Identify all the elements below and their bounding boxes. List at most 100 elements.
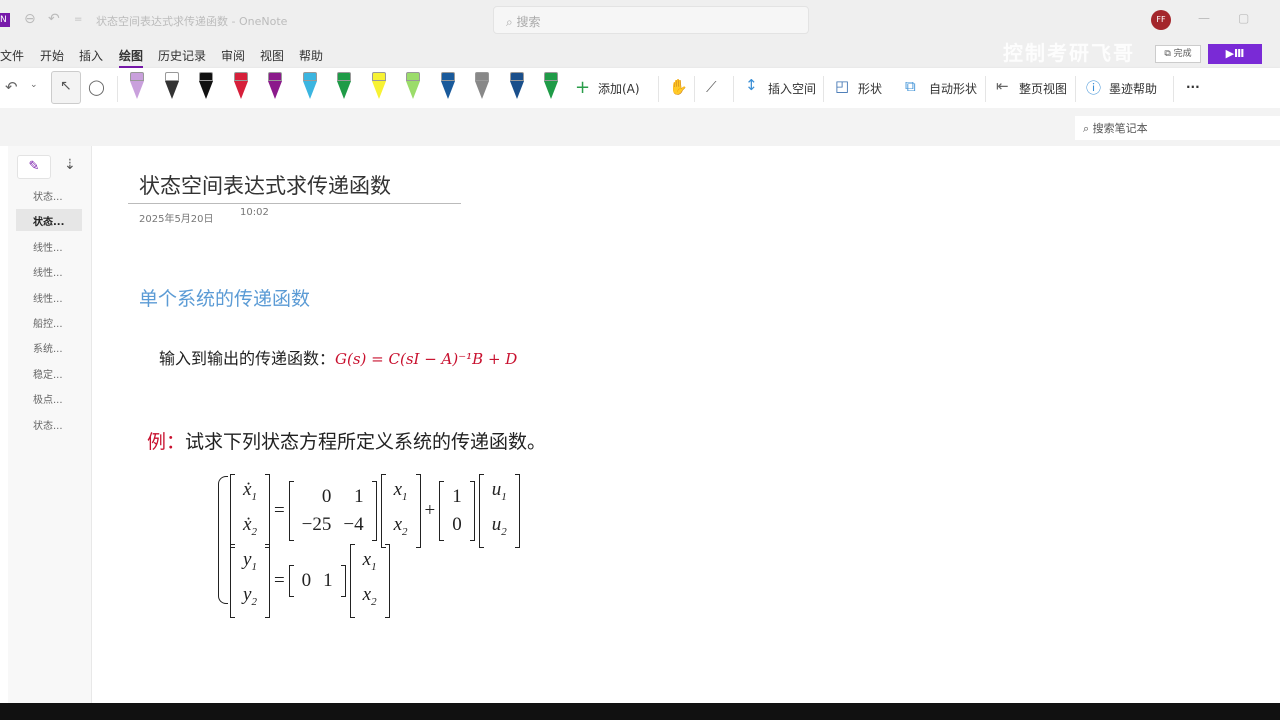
- divider: [1173, 76, 1174, 102]
- page-list-item[interactable]: 线性...: [16, 235, 82, 257]
- x-vector: x1 x2: [349, 544, 390, 618]
- auto-shapes-icon: ⧉: [905, 77, 916, 95]
- divider: [985, 76, 986, 102]
- pen-12[interactable]: [544, 72, 558, 100]
- matrix-b: 10: [439, 480, 475, 541]
- page-list-item[interactable]: 线性...: [16, 286, 82, 308]
- page-list-item[interactable]: 系统...: [16, 336, 82, 358]
- ruler-icon[interactable]: ⟋: [706, 78, 717, 96]
- customize-icon[interactable]: =: [74, 14, 82, 25]
- minimize-icon[interactable]: —: [1198, 11, 1210, 25]
- full-page-view-button[interactable]: 整页视图: [1019, 80, 1067, 97]
- page-date: 2025年5月20日: [139, 214, 214, 225]
- divider: [694, 76, 695, 102]
- more-options-button[interactable]: ···: [1186, 80, 1200, 94]
- page-list-item[interactable]: 状态...: [16, 413, 82, 435]
- bottom-bar: [0, 703, 1280, 720]
- output-eq-row: y1 y2 = 01 x1 x2: [228, 544, 392, 618]
- page-list-item[interactable]: 极点...: [16, 387, 82, 409]
- search-icon: ⌕: [506, 15, 517, 29]
- title-bar: N ⊖ ↶ = 状态空间表达式求传递函数 - OneNote ⌕ 搜索 FF —…: [0, 0, 1280, 40]
- xdot-vector: ẋ1 ẋ2: [230, 474, 270, 548]
- pen-1[interactable]: [164, 72, 179, 100]
- pen-2[interactable]: [199, 72, 213, 100]
- state-eq-row: ẋ1 ẋ2 = 0 1 −25 −4 x1 x2 + 10 u1 u2: [228, 474, 522, 548]
- search-box[interactable]: ⌕ 搜索: [493, 6, 809, 34]
- shapes-icon: ◰: [835, 77, 850, 95]
- insert-space-button[interactable]: 插入空间: [768, 80, 816, 97]
- x-vector: x1 x2: [380, 474, 421, 548]
- transfer-function-formula: G(s) = C(sI − A)⁻¹B + D: [335, 350, 518, 368]
- add-pen-button[interactable]: 添加(A): [598, 80, 640, 97]
- y-vector: y1 y2: [230, 544, 270, 618]
- search-icon: ⌕: [1083, 122, 1093, 135]
- hand-icon[interactable]: ✋: [669, 78, 688, 96]
- pen-9[interactable]: [440, 72, 455, 100]
- tab-draw[interactable]: 绘图: [119, 47, 144, 68]
- undo-icon[interactable]: ↶: [5, 78, 18, 96]
- tab-insert[interactable]: 插入: [79, 47, 103, 64]
- divider: [1075, 76, 1076, 102]
- auto-shapes-button[interactable]: 自动形状: [929, 80, 977, 97]
- window-title: 状态空间表达式求传递函数 - OneNote: [96, 15, 288, 28]
- pen-6[interactable]: [337, 72, 351, 100]
- pen-3[interactable]: [233, 72, 248, 100]
- tab-file[interactable]: 文件: [0, 47, 24, 64]
- lasso-icon[interactable]: ◯: [88, 78, 105, 96]
- sort-icon[interactable]: ⇣: [64, 157, 76, 173]
- pen-8[interactable]: [406, 72, 420, 100]
- pen-11[interactable]: [509, 72, 524, 100]
- pen-4[interactable]: [268, 72, 282, 100]
- add-page-button[interactable]: ✎: [17, 155, 51, 179]
- tab-view[interactable]: 视图: [260, 47, 284, 64]
- notebook-search[interactable]: ⌕ 搜索笔记本: [1075, 116, 1280, 140]
- tab-review[interactable]: 审阅: [221, 47, 245, 64]
- maximize-icon[interactable]: ▢: [1238, 11, 1249, 25]
- insert-space-icon: ↕: [745, 76, 758, 94]
- overlay-button[interactable]: ⧉ 完成: [1155, 45, 1201, 63]
- matrix-a: 0 1 −25 −4: [288, 480, 377, 541]
- page-title[interactable]: 状态空间表达式求传递函数: [139, 170, 391, 200]
- pen-0[interactable]: [130, 72, 144, 100]
- back-icon[interactable]: ⊖: [24, 11, 36, 27]
- tab-home[interactable]: 开始: [40, 47, 64, 64]
- transfer-function-line[interactable]: 输入到输出的传递函数：G(s) = C(sI − A)⁻¹B + D: [159, 345, 517, 369]
- tab-history[interactable]: 历史记录: [158, 47, 206, 64]
- search-placeholder: 搜索: [516, 15, 541, 29]
- matrix-c: 01: [288, 564, 346, 597]
- chevron-down-icon[interactable]: ⌄: [30, 80, 38, 90]
- example-label: 例：: [147, 431, 186, 453]
- io-label: 输入到输出的传递函数：: [159, 349, 336, 368]
- page-list-item[interactable]: 船控...: [16, 311, 82, 333]
- example-text: 试求下列状态方程所定义系统的传递函数。: [185, 431, 547, 453]
- example-line[interactable]: 例：试求下列状态方程所定义系统的传递函数。: [147, 427, 546, 454]
- divider: [823, 76, 824, 102]
- new-page-icon: ✎: [28, 159, 40, 174]
- page-list-item[interactable]: 稳定...: [16, 362, 82, 384]
- page-list-item[interactable]: 状态...: [16, 184, 82, 206]
- notebook-search-placeholder: 搜索笔记本: [1092, 122, 1148, 135]
- avatar[interactable]: FF: [1151, 10, 1171, 30]
- undo-icon[interactable]: ↶: [48, 11, 60, 27]
- ink-help-button[interactable]: 墨迹帮助: [1109, 80, 1157, 97]
- page-time: 10:02: [240, 207, 269, 218]
- u-vector: u1 u2: [478, 474, 520, 548]
- shapes-button[interactable]: 形状: [858, 80, 882, 97]
- tab-help[interactable]: 帮助: [299, 47, 323, 64]
- pen-7[interactable]: [371, 72, 386, 100]
- pen-10[interactable]: [475, 72, 489, 100]
- pointer-icon: ↖: [60, 78, 72, 94]
- pen-5[interactable]: [302, 72, 317, 100]
- divider: [733, 76, 734, 102]
- select-tool-button[interactable]: ↖: [51, 71, 81, 104]
- section-heading[interactable]: 单个系统的传递函数: [139, 284, 310, 311]
- plus-icon: +: [575, 77, 591, 98]
- overlay-play-button[interactable]: ▶Ⅲ: [1208, 44, 1262, 64]
- divider: [117, 76, 118, 102]
- title-underline: [128, 203, 461, 204]
- brace: [218, 476, 228, 604]
- full-page-icon: ⇤: [996, 77, 1009, 95]
- page-list-item[interactable]: 状态...: [16, 209, 82, 232]
- page-list-item[interactable]: 线性...: [16, 260, 82, 282]
- help-icon: ⓘ: [1086, 79, 1102, 97]
